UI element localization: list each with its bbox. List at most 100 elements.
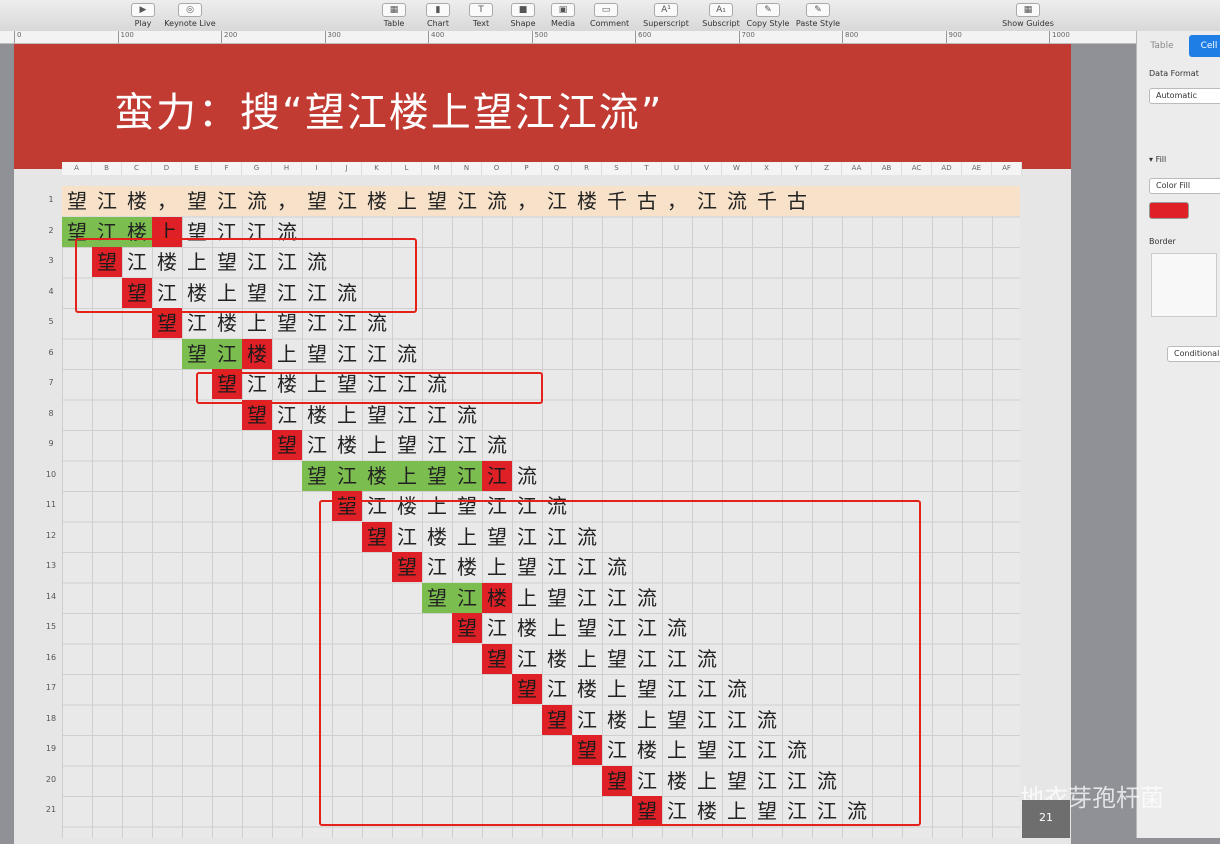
grid-cell[interactable]: 上	[452, 522, 482, 552]
grid-cell[interactable]: 楼	[512, 613, 542, 643]
grid-cell[interactable]: 上	[362, 430, 392, 460]
grid-cell[interactable]: 望	[242, 399, 272, 430]
grid-cell[interactable]: 望	[482, 522, 512, 552]
toolbar-button-media[interactable]: ▣ Media	[547, 0, 579, 31]
grid-cell[interactable]: 江	[602, 583, 632, 613]
row-header[interactable]: 15	[40, 622, 62, 631]
grid-cell[interactable]: 流	[782, 735, 812, 765]
grid-cell[interactable]: 江	[482, 491, 512, 521]
grid-cell[interactable]: 楼	[452, 552, 482, 582]
grid-cell[interactable]: 望	[542, 583, 572, 613]
grid-cell[interactable]: 望	[302, 186, 332, 216]
grid-cell[interactable]: 望	[302, 460, 332, 491]
grid-cell[interactable]: 古	[632, 186, 662, 216]
toolbar-button-superscript[interactable]: A¹ Superscript	[638, 0, 694, 31]
grid-cell[interactable]: 望	[272, 430, 302, 460]
grid-cell[interactable]: 流	[542, 491, 572, 521]
fill-color-well[interactable]	[1149, 202, 1189, 219]
grid-cell[interactable]: 江	[332, 308, 362, 338]
grid-cell[interactable]: 上	[662, 735, 692, 765]
grid-cell[interactable]: 流	[722, 674, 752, 704]
grid-cell[interactable]: 望	[422, 186, 452, 216]
grid-cell[interactable]: 上	[152, 216, 182, 247]
toolbar-button-chart[interactable]: ▮ Chart	[422, 0, 454, 31]
grid-cell[interactable]: 流	[482, 430, 512, 460]
grid-cell[interactable]: 望	[422, 460, 452, 491]
grid-cell[interactable]: 望	[62, 216, 92, 247]
grid-cell[interactable]: 望	[92, 247, 122, 277]
column-header[interactable]: U	[662, 162, 692, 175]
column-header[interactable]: O	[482, 162, 512, 175]
grid-cell[interactable]: 江	[542, 522, 572, 552]
grid-cell[interactable]: 江	[152, 278, 182, 308]
grid-cell[interactable]: 上	[572, 644, 602, 674]
grid-cell[interactable]: 上	[302, 369, 332, 399]
grid-cell[interactable]: ，	[272, 186, 302, 216]
grid-cell[interactable]: 江	[632, 766, 662, 796]
row-header[interactable]: 5	[40, 317, 62, 326]
column-header[interactable]: S	[602, 162, 632, 175]
grid-cell[interactable]: 流	[602, 552, 632, 582]
grid-cell[interactable]: 楼	[212, 308, 242, 338]
grid-cell[interactable]: 望	[482, 643, 512, 674]
grid-cell[interactable]: 楼	[422, 522, 452, 552]
grid-cell[interactable]: 楼	[302, 400, 332, 430]
row-header[interactable]: 10	[40, 470, 62, 479]
grid-cell[interactable]: 流	[632, 583, 662, 613]
grid-cell[interactable]: 江	[452, 430, 482, 460]
grid-cell[interactable]: 望	[452, 613, 482, 643]
grid-cell[interactable]: 楼	[392, 491, 422, 521]
grid-cell[interactable]: 江	[602, 735, 632, 765]
grid-cell[interactable]: 江	[182, 308, 212, 338]
grid-cell[interactable]: 楼	[572, 186, 602, 216]
column-header[interactable]: Z	[812, 162, 842, 175]
grid-cell[interactable]: 望	[512, 552, 542, 582]
grid-cell[interactable]: 江	[422, 430, 452, 460]
grid-cell[interactable]: 楼	[122, 216, 152, 247]
grid-cell[interactable]: ，	[512, 186, 542, 216]
grid-cell[interactable]: 上	[392, 186, 422, 216]
column-header[interactable]: V	[692, 162, 722, 175]
grid-cell[interactable]: 江	[122, 247, 152, 277]
grid-cell[interactable]: 望	[242, 278, 272, 308]
row-header[interactable]: 8	[40, 409, 62, 418]
grid-cell[interactable]: 江	[512, 522, 542, 552]
column-header[interactable]: M	[422, 162, 452, 175]
grid-cell[interactable]: 望	[542, 704, 572, 735]
grid-cell[interactable]: 上	[422, 491, 452, 521]
grid-cell[interactable]: 流	[392, 339, 422, 369]
grid-cell[interactable]: 上	[272, 339, 302, 369]
grid-cell[interactable]: 江	[302, 308, 332, 338]
column-header[interactable]: G	[242, 162, 272, 175]
grid-cell[interactable]: 上	[632, 705, 662, 735]
grid-cell[interactable]: 流	[572, 522, 602, 552]
grid-cell[interactable]: 上	[212, 278, 242, 308]
row-header[interactable]: 9	[40, 439, 62, 448]
toolbar-button-show-guides[interactable]: ▦ Show Guides	[1000, 0, 1056, 31]
grid-cell[interactable]: 江	[782, 766, 812, 796]
grid-cell[interactable]: 望	[722, 766, 752, 796]
grid-cell[interactable]: 江	[422, 552, 452, 582]
row-header[interactable]: 20	[40, 775, 62, 784]
grid-cell[interactable]: 望	[572, 613, 602, 643]
column-header[interactable]: H	[272, 162, 302, 175]
grid-cell[interactable]: 楼	[182, 278, 212, 308]
grid-cell[interactable]: 望	[272, 308, 302, 338]
spreadsheet-grid[interactable]: 望江楼，望江流，望江楼上望江流，江楼千古，江流千古望江楼上望江江流望江楼上望江江…	[62, 186, 1020, 838]
grid-cell[interactable]: 楼	[692, 796, 722, 826]
grid-cell[interactable]: 流	[272, 217, 302, 247]
grid-cell[interactable]: 江	[662, 674, 692, 704]
grid-cell[interactable]: 望	[362, 400, 392, 430]
toolbar-button-paste-style[interactable]: ✎ Paste Style	[790, 0, 846, 31]
grid-cell[interactable]: 望	[422, 582, 452, 613]
grid-cell[interactable]: 江	[752, 735, 782, 765]
border-picker[interactable]	[1151, 253, 1217, 317]
toolbar-button-copy-style[interactable]: ✎ Copy Style	[740, 0, 796, 31]
toolbar-button-text[interactable]: T Text	[465, 0, 497, 31]
grid-cell[interactable]: 望	[362, 521, 392, 552]
grid-cell[interactable]: 江	[542, 186, 572, 216]
grid-cell[interactable]: 上	[602, 674, 632, 704]
grid-cell[interactable]: 流	[662, 613, 692, 643]
grid-cell[interactable]: 流	[812, 766, 842, 796]
column-header[interactable]: P	[512, 162, 542, 175]
